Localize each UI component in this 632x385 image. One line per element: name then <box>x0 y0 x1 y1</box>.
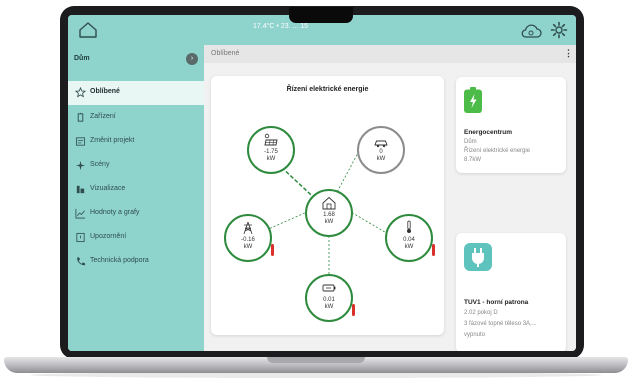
house-unit: kW <box>324 219 334 225</box>
house-value: 1.68 <box>323 212 335 218</box>
car-icon <box>374 140 388 148</box>
switch-project-icon <box>75 137 86 146</box>
home-icon[interactable] <box>78 21 98 39</box>
thermometer-icon <box>407 220 411 233</box>
phone-icon <box>77 257 86 266</box>
grid-node[interactable]: -0.16 kW <box>224 214 272 262</box>
tuv-card[interactable]: TUV1 - horní patrona 2.02 pokoj D 3 fázo… <box>456 233 566 351</box>
sidebar-item-label: Technická podpora <box>90 257 149 264</box>
battery-indicator <box>352 304 355 316</box>
heater-value: 0.04 <box>403 237 415 243</box>
solar-node[interactable]: -1.75 kW <box>247 126 295 174</box>
sidebar-item-label: Vizualizace <box>90 185 126 192</box>
sidebar-item-label: Scény <box>90 161 110 168</box>
energocentrum-card[interactable]: Energocentrum Dům Řízení elektrické ener… <box>456 77 566 173</box>
heater-unit: kW <box>404 244 414 250</box>
power-pylon-icon <box>243 221 253 235</box>
battery-value: 0.01 <box>323 297 335 303</box>
sidebar-item-oblibene[interactable]: Oblíbené <box>68 81 204 105</box>
heater-node[interactable]: 0.04 kW <box>385 214 433 262</box>
sidebar-item-technicka-podpora[interactable]: Technická podpora <box>68 250 204 274</box>
solar-unit: kW <box>266 156 276 162</box>
grid-value: -0.16 <box>241 237 255 243</box>
card-subtitle: Řízení elektrické energie <box>464 148 531 154</box>
notification-icon <box>76 232 85 243</box>
sidebar-item-hodnoty-a-grafy[interactable]: Hodnoty a grafy <box>68 202 204 226</box>
solar-value: -1.75 <box>264 149 278 155</box>
device-icon <box>77 112 84 122</box>
battery-node[interactable]: 0.01 kW <box>305 274 353 322</box>
sidebar-header[interactable]: Dům › <box>68 45 204 75</box>
chevron-right-icon[interactable]: › <box>186 53 198 65</box>
breadcrumb: Oblíbené <box>211 50 240 57</box>
plug-tile <box>464 243 492 271</box>
sidebar-item-label: Hodnoty a grafy <box>90 209 140 216</box>
card-subtitle: 3 fázové topné těleso 3A,... <box>464 321 537 327</box>
sidebar-item-label: Upozornění <box>90 233 127 240</box>
more-menu-icon[interactable]: ⋮ <box>564 48 573 59</box>
sidebar-nav: Oblíbené Zařízení Změnit projekt Scény V… <box>68 75 204 351</box>
energy-management-card[interactable]: Řízení elektrické energie -1.75 kW 0 kW … <box>211 76 444 335</box>
sidebar-item-vizualizace[interactable]: Vizualizace <box>68 178 204 202</box>
sidebar-item-label: Zařízení <box>90 113 116 120</box>
sidebar-item-zmenit-projekt[interactable]: Změnit projekt <box>68 130 204 154</box>
battery-icon <box>322 284 336 292</box>
card-title: Energocentrum <box>464 129 513 136</box>
main-content: Oblíbené ⋮ Řízení elektrické energie -1.… <box>204 45 576 351</box>
sidebar-item-zarizeni[interactable]: Zařízení <box>68 106 204 130</box>
card-title: TUV1 - horní patrona <box>464 299 529 306</box>
sidebar-item-label: Oblíbené <box>90 88 120 95</box>
gear-icon[interactable] <box>550 21 568 39</box>
laptop-base-notch <box>267 357 365 363</box>
visualization-icon <box>76 185 85 194</box>
house-icon <box>322 196 336 210</box>
card-value: 8.7kW <box>464 157 482 163</box>
battery-unit: kW <box>324 304 334 310</box>
card-location: Dům <box>464 139 477 145</box>
star-icon <box>75 87 86 98</box>
chart-icon <box>75 208 86 219</box>
house-node[interactable]: 1.68 kW <box>305 189 353 237</box>
cloud-sync-icon[interactable] <box>520 22 542 40</box>
battery-charging-icon <box>464 87 482 113</box>
sidebar-item-upozorneni[interactable]: Upozornění <box>68 226 204 250</box>
sidebar: Dům › Oblíbené Zařízení Změnit projekt S… <box>68 45 204 351</box>
grid-indicator <box>271 244 274 256</box>
heater-indicator <box>432 244 435 256</box>
sidebar-item-label: Změnit projekt <box>90 137 135 144</box>
card-status: vypnuto <box>464 332 486 338</box>
card-location: 2.02 pokoj D <box>464 310 498 316</box>
app-screen: 17.4°C • 23. ... 15 Dům › Oblíbené Zaříz… <box>68 15 576 351</box>
weather-status: 17.4°C • 23. ... 15 <box>253 23 309 30</box>
sidebar-title: Dům <box>74 55 90 62</box>
camera-notch <box>289 7 353 23</box>
scene-icon <box>75 160 86 171</box>
plug-icon <box>472 248 484 267</box>
car-value: 0 <box>379 149 383 155</box>
solar-panel-icon <box>264 133 278 146</box>
car-node[interactable]: 0 kW <box>357 126 405 174</box>
breadcrumb-bar: Oblíbené ⋮ <box>204 45 576 63</box>
car-unit: kW <box>376 156 386 162</box>
grid-unit: kW <box>243 244 253 250</box>
sidebar-item-sceny[interactable]: Scény <box>68 154 204 178</box>
